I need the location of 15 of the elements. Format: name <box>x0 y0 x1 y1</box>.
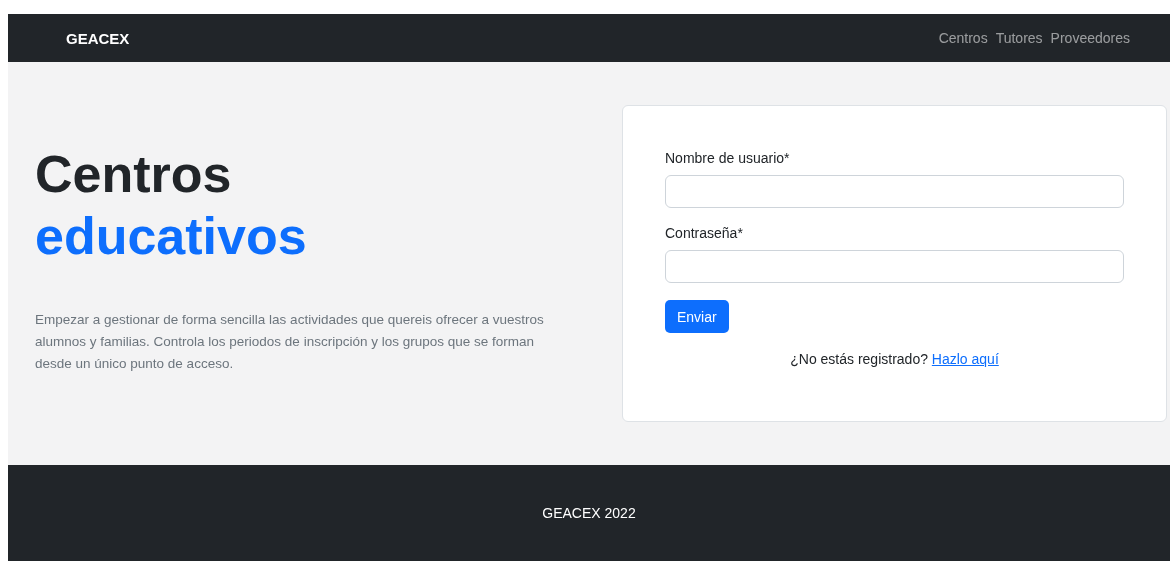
nav-link[interactable]: Tutores <box>995 30 1043 46</box>
brand-link[interactable]: GEACEX <box>66 29 130 47</box>
hero-title: Centros <box>35 143 232 205</box>
nav-link[interactable]: Proveedores <box>1050 30 1130 46</box>
input-field[interactable] <box>665 175 1124 208</box>
submit-button[interactable]: Enviar <box>665 300 729 333</box>
hero-title-highlight: educativos <box>35 205 307 267</box>
field-label: Contraseña* <box>665 225 743 241</box>
signup-prompt: ¿No estás registrado? Hazlo aquí <box>790 351 999 367</box>
signup-link[interactable]: Hazlo aquí <box>931 351 999 367</box>
nav-link[interactable]: Centros <box>938 30 988 46</box>
input-field[interactable] <box>665 250 1124 283</box>
hero-description: Empezar a gestionar de forma sencilla las actividades que quereis ofrecer a vuestros alumnos y familias. Controla los periodos de inscripción y los grupos que se forman desde un único punto de acceso. <box>35 310 545 373</box>
field-label: Nombre de usuario* <box>665 150 790 166</box>
footer-text: GEACEX 2022 <box>542 505 636 521</box>
